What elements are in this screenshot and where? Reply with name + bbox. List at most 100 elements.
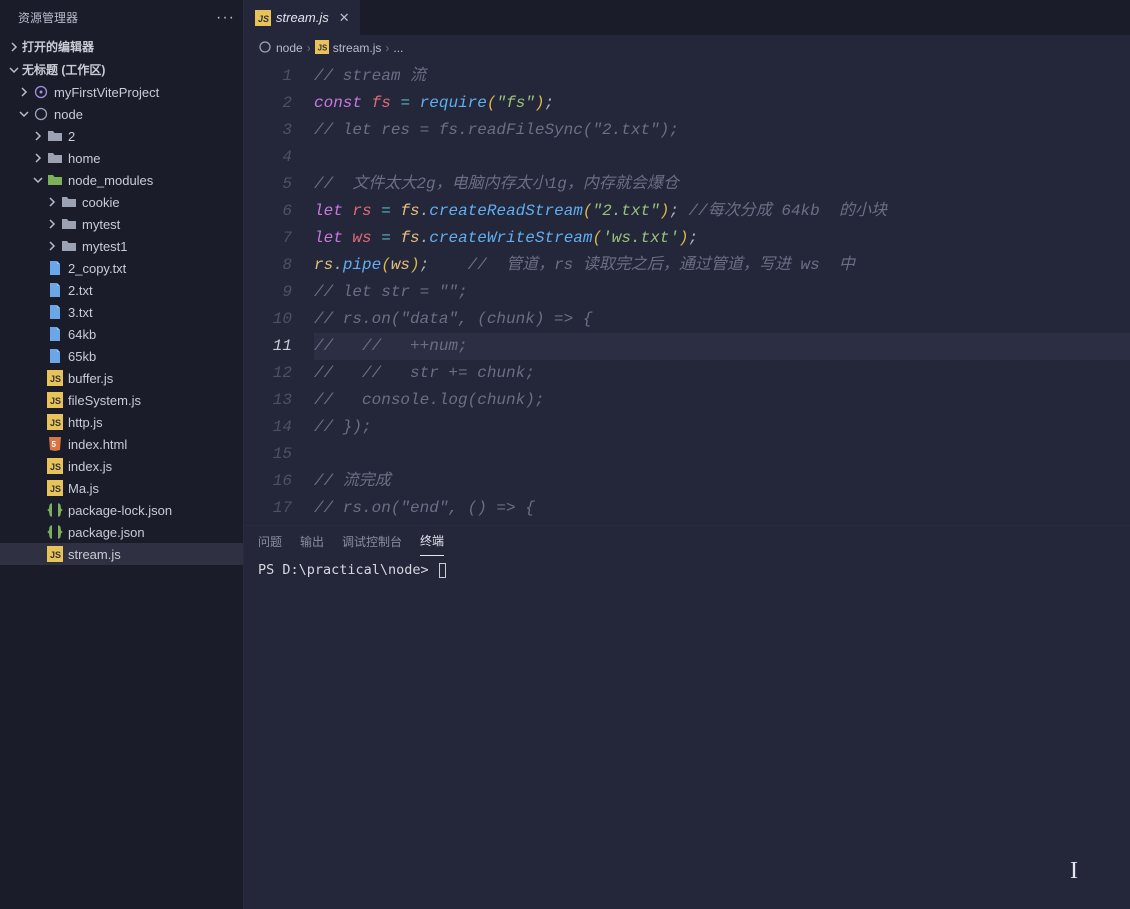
file-index-html[interactable]: 5index.html [0,433,243,455]
js-icon: JS [46,414,64,430]
panel-tab-2[interactable]: 调试控制台 [342,527,402,556]
code-line-8[interactable]: rs.pipe(ws); // 管道，rs 读取完之后，通过管道，写进 ws 中 [314,252,1130,279]
folder-home[interactable]: home [0,147,243,169]
chevron-right-icon [30,153,46,163]
code-line-16[interactable]: // 流完成 [314,468,1130,495]
folder-node[interactable]: node [0,103,243,125]
breadcrumb-file-icon: JS [315,40,329,57]
tree-item-label: node_modules [68,173,153,188]
folder-icon [60,238,78,254]
json-icon [46,524,64,540]
explorer-more-icon[interactable]: ··· [216,9,235,27]
code-line-11[interactable]: // // ++num; [314,333,1130,360]
svg-text:JS: JS [50,550,61,560]
breadcrumb-more[interactable]: ... [393,41,403,55]
file-package-json[interactable]: package.json [0,521,243,543]
code-line-15[interactable] [314,441,1130,468]
line-gutter: 123456789101112131415161718 [244,61,314,525]
explorer-header: 资源管理器 ··· [0,0,243,35]
file-2-copy-txt[interactable]: 2_copy.txt [0,257,243,279]
code-line-2[interactable]: const fs = require("fs"); [314,90,1130,117]
tree-item-label: index.js [68,459,112,474]
file-ma-js[interactable]: JSMa.js [0,477,243,499]
code-line-6[interactable]: let rs = fs.createReadStream("2.txt"); /… [314,198,1130,225]
tree-item-label: Ma.js [68,481,99,496]
code-line-14[interactable]: // }); [314,414,1130,441]
file-2-txt[interactable]: 2.txt [0,279,243,301]
chevron-right-icon [44,219,60,229]
file-filesystem-js[interactable]: JS fileSystem.js [0,389,243,411]
breadcrumb-root[interactable]: node [276,41,303,55]
folder-cookie[interactable]: cookie [0,191,243,213]
panel-tab-1[interactable]: 输出 [300,527,324,556]
file-package-lock-json[interactable]: package-lock.json [0,499,243,521]
svg-text:JS: JS [317,43,327,52]
tree-item-label: 65kb [68,349,96,364]
workspace-section[interactable]: 无标题 (工作区) [0,58,243,81]
file-3-txt[interactable]: 3.txt [0,301,243,323]
tree-item-label: myFirstViteProject [54,85,159,100]
tree-item-label: mytest [82,217,120,232]
html-icon: 5 [46,436,64,452]
code-line-9[interactable]: // let str = ""; [314,279,1130,306]
code-line-12[interactable]: // // str += chunk; [314,360,1130,387]
file-blue-icon [46,304,64,320]
code-editor[interactable]: 123456789101112131415161718 // stream 流c… [244,61,1130,525]
tree-item-label: 2.txt [68,283,93,298]
code-line-1[interactable]: // stream 流 [314,63,1130,90]
tree-item-label: buffer.js [68,371,113,386]
chevron-down-icon [16,109,32,119]
code-line-17[interactable]: // rs.on("end", () => { [314,495,1130,522]
tab-label: stream.js [276,10,329,25]
breadcrumb[interactable]: node › JS stream.js › ... [244,35,1130,61]
folder-mytest1[interactable]: mytest1 [0,235,243,257]
circle-icon [32,106,50,122]
project-icon [32,84,50,100]
tree-item-label: package-lock.json [68,503,172,518]
folder-mytest[interactable]: mytest [0,213,243,235]
tree-item-label: fileSystem.js [68,393,141,408]
code-line-10[interactable]: // rs.on("data", (chunk) => { [314,306,1130,333]
file-blue-icon [46,282,64,298]
code-line-3[interactable]: // let res = fs.readFileSync("2.txt"); [314,117,1130,144]
tab-stream-js[interactable]: JS stream.js ✕ [244,0,361,35]
text-cursor-icon: I [1070,858,1078,885]
folder-myfirstviteproject[interactable]: myFirstViteProject [0,81,243,103]
terminal[interactable]: PS D:\practical\node> I [244,556,1130,909]
tree-item-label: home [68,151,101,166]
code-content[interactable]: // stream 流const fs = require("fs");// l… [314,61,1130,525]
code-line-5[interactable]: // 文件太大2g，电脑内存太小1g，内存就会爆仓 [314,171,1130,198]
file-65kb[interactable]: 65kb [0,345,243,367]
folder-icon [46,150,64,166]
file-64kb[interactable]: 64kb [0,323,243,345]
js-icon: JS [46,546,64,562]
chevron-down-icon [6,65,22,75]
svg-text:JS: JS [50,396,61,406]
explorer-title: 资源管理器 [18,9,78,26]
folder-2[interactable]: 2 [0,125,243,147]
svg-text:JS: JS [50,374,61,384]
terminal-prompt: PS D:\practical\node> [258,562,437,578]
explorer-sidebar: 资源管理器 ··· 打开的编辑器 无标题 (工作区) myFirstVitePr… [0,0,244,909]
file-http-js[interactable]: JShttp.js [0,411,243,433]
svg-text:5: 5 [52,440,57,449]
folder-icon [60,216,78,232]
file-buffer-js[interactable]: JS buffer.js [0,367,243,389]
folder-icon [46,128,64,144]
code-line-18[interactable]: // console.log("流完成"); [314,522,1130,525]
chevron-right-icon: › [385,41,389,55]
file-index-js[interactable]: JSindex.js [0,455,243,477]
chevron-down-icon [30,175,46,185]
open-editors-section[interactable]: 打开的编辑器 [0,35,243,58]
folder-node-modules[interactable]: node_modules [0,169,243,191]
json-icon [46,502,64,518]
code-line-13[interactable]: // console.log(chunk); [314,387,1130,414]
breadcrumb-file[interactable]: stream.js [333,41,382,55]
close-tab-icon[interactable]: ✕ [339,10,350,26]
file-blue-alt-icon [46,326,64,342]
panel-tab-3[interactable]: 终端 [420,526,444,556]
code-line-7[interactable]: let ws = fs.createWriteStream('ws.txt'); [314,225,1130,252]
panel-tab-0[interactable]: 问题 [258,527,282,556]
code-line-4[interactable] [314,144,1130,171]
file-stream-js[interactable]: JSstream.js [0,543,243,565]
